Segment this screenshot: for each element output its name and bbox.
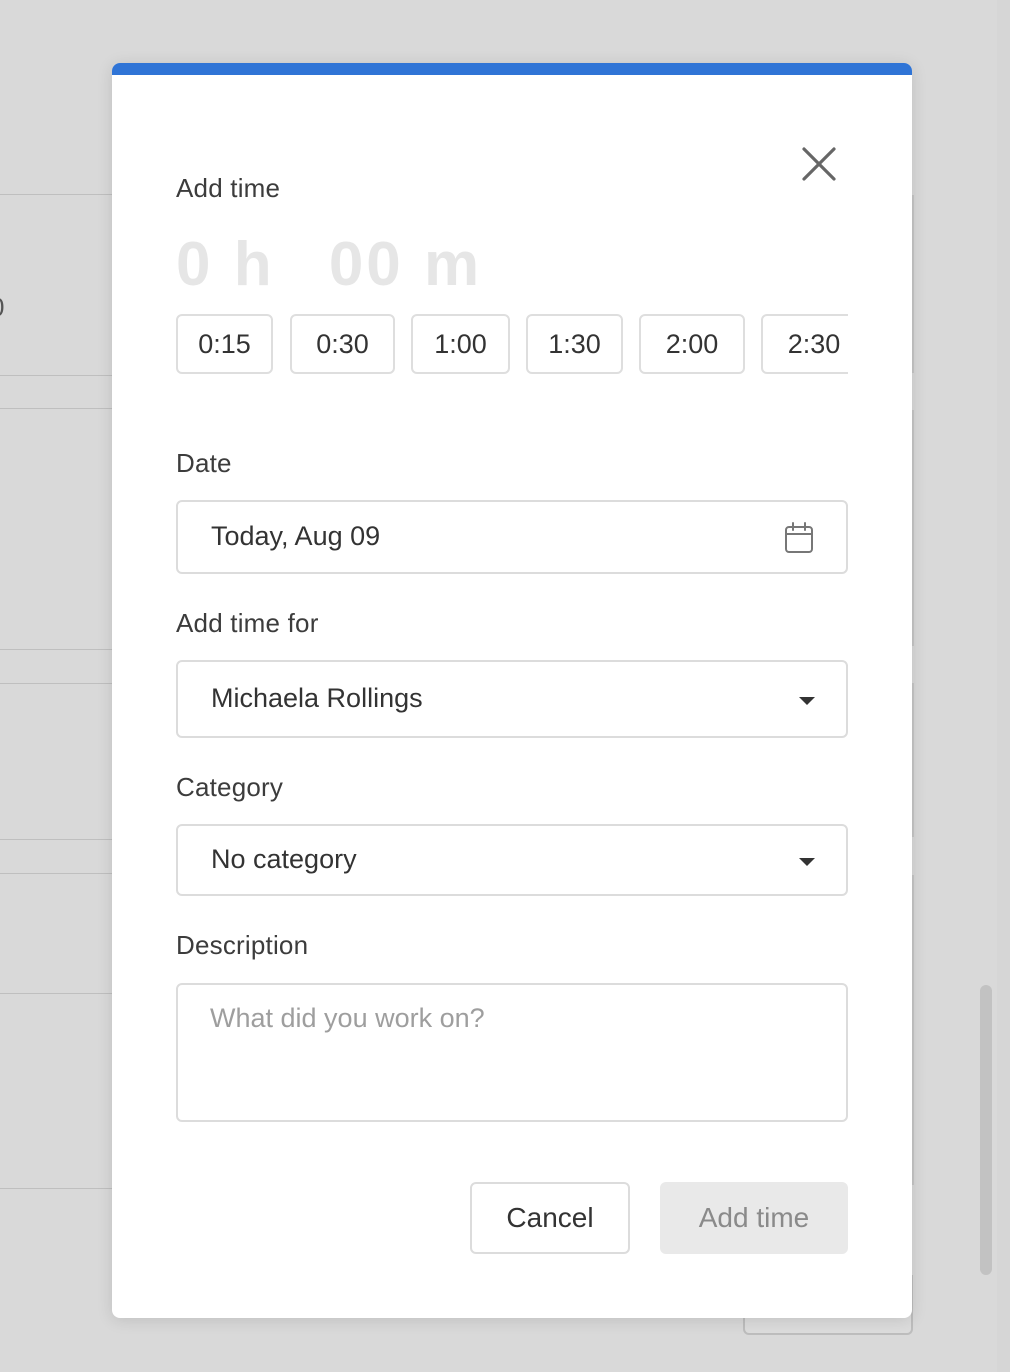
- duration-hours: 0: [176, 230, 214, 299]
- duration-hours-unit: h: [233, 230, 275, 299]
- duration-display[interactable]: 0 h 00 m: [176, 229, 482, 300]
- preset-button-2-00[interactable]: 2:00: [639, 314, 745, 374]
- add-time-button[interactable]: Add time: [660, 1182, 848, 1254]
- background-divider: [912, 195, 914, 373]
- person-select[interactable]: Michaela Rollings: [176, 660, 848, 738]
- background-divider: [0, 993, 112, 994]
- category-select[interactable]: No category: [176, 824, 848, 896]
- caret-down-icon: [799, 697, 815, 705]
- background-divider: [912, 683, 914, 837]
- preset-button-0-15[interactable]: 0:15: [176, 314, 273, 374]
- background-divider: [0, 683, 112, 684]
- description-label: Description: [176, 930, 309, 960]
- background-divider: [0, 649, 112, 650]
- preset-button-1-30[interactable]: 1:30: [526, 314, 623, 374]
- background-divider: [0, 194, 112, 195]
- calendar-icon: [785, 522, 813, 553]
- scrollbar-thumb[interactable]: [980, 985, 992, 1275]
- duration-minutes-unit: m: [424, 230, 483, 299]
- category-value: No category: [211, 844, 357, 874]
- date-value: Today, Aug 09: [211, 521, 381, 551]
- description-input[interactable]: [176, 983, 848, 1122]
- page-scrollbar[interactable]: [997, 0, 1010, 1372]
- background-divider: [0, 873, 112, 874]
- person-value: Michaela Rollings: [211, 683, 423, 713]
- dialog-title: Add time: [176, 173, 281, 203]
- add-time-dialog: Add time 0 h 00 m 0:15 0:30 1:00 1:30 2:…: [112, 63, 912, 1318]
- background-divider: [0, 408, 112, 409]
- preset-button-2-30[interactable]: 2:30: [761, 314, 848, 374]
- dialog-accent-bar: [112, 63, 912, 75]
- preset-button-1-00[interactable]: 1:00: [411, 314, 510, 374]
- background-text: 0: [0, 292, 4, 323]
- date-picker[interactable]: Today, Aug 09: [176, 500, 848, 574]
- date-label: Date: [176, 448, 232, 478]
- close-icon: [802, 147, 836, 181]
- background-divider: [0, 375, 112, 376]
- background-divider: [0, 1188, 112, 1189]
- duration-presets: 0:15 0:30 1:00 1:30 2:00 2:30: [176, 314, 848, 374]
- category-label: Category: [176, 772, 284, 802]
- caret-down-icon: [799, 858, 815, 866]
- duration-minutes: 00: [328, 230, 404, 299]
- person-label: Add time for: [176, 608, 319, 638]
- preset-button-0-30[interactable]: 0:30: [290, 314, 395, 374]
- background-divider: [0, 839, 112, 840]
- cancel-button[interactable]: Cancel: [470, 1182, 630, 1254]
- close-button[interactable]: [800, 145, 838, 183]
- background-divider: [912, 410, 914, 646]
- background-divider: [912, 875, 914, 1185]
